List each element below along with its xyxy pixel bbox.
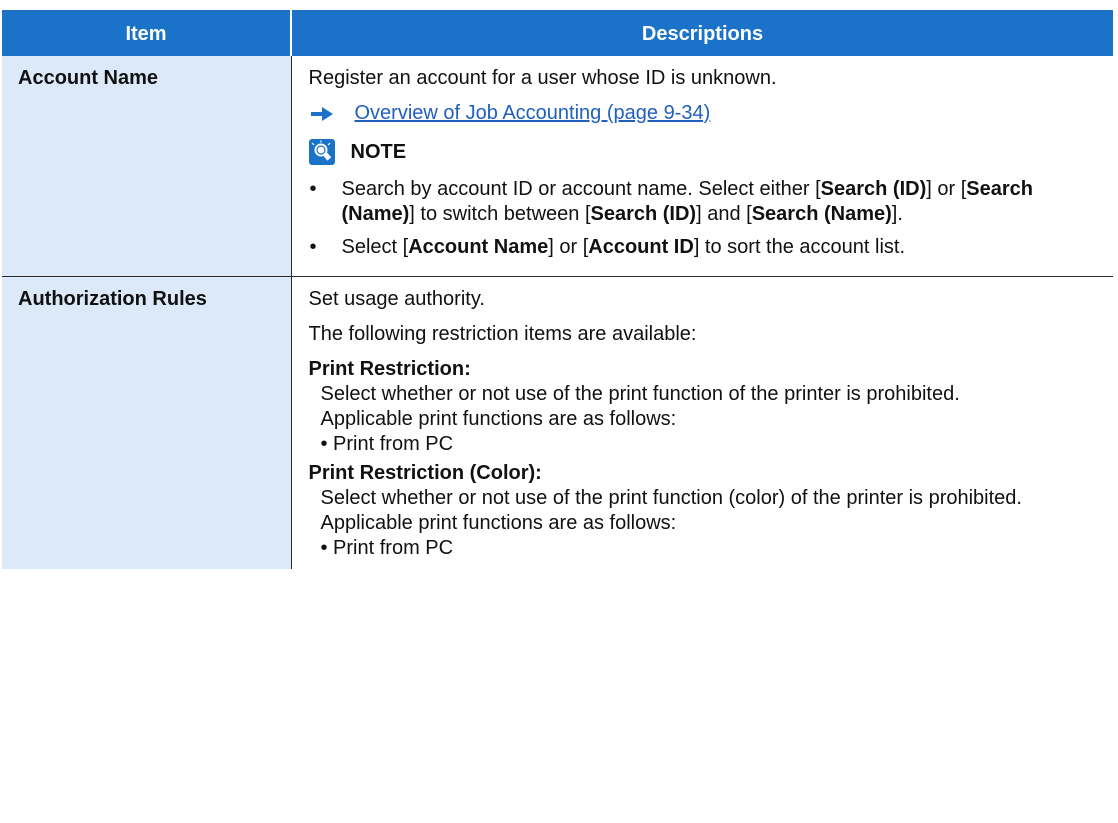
- note-bullet-1-text: Search by account ID or account name. Se…: [342, 177, 1100, 227]
- b2-key-account-name: Account Name: [408, 236, 549, 258]
- table-row-authorization-rules: Authorization Rules Set usage authority.…: [2, 276, 1113, 570]
- desc-authorization-rules: Set usage authority. The following restr…: [291, 277, 1113, 570]
- b1-text-3: ] to switch between [: [409, 203, 591, 225]
- reference-link-row: Overview of Job Accounting (page 9-34): [309, 101, 1100, 126]
- desc-account-name: Register an account for a user whose ID …: [291, 56, 1113, 277]
- lightbulb-note-icon: [308, 139, 335, 165]
- print-restriction-item: • Print from PC: [320, 433, 454, 455]
- b2-text-2: ] or [: [548, 236, 589, 258]
- overview-job-accounting-link[interactable]: Overview of Job Accounting (page 9-34): [355, 101, 711, 126]
- item-account-name: Account Name: [2, 56, 292, 277]
- auth-line-2: The following restriction items are avai…: [308, 323, 697, 345]
- table-header-row: Item Descriptions: [2, 11, 1113, 56]
- b1-text-2: ] or [: [926, 178, 967, 200]
- note-header: NOTE: [308, 139, 1100, 165]
- print-restriction-color-applicable: Applicable print functions are as follow…: [320, 512, 677, 534]
- b1-key-search-id: Search (ID): [820, 178, 927, 200]
- header-descriptions: Descriptions: [291, 11, 1113, 56]
- header-item: Item: [2, 11, 292, 56]
- arrow-right-icon: [310, 106, 333, 121]
- note-bullet-2-text: Select [Account Name] or [Account ID] to…: [342, 235, 1100, 260]
- b1-text-5: ].: [891, 203, 903, 225]
- b2-text-1: Select [: [341, 236, 409, 258]
- bullet-dot: •: [309, 236, 317, 258]
- note-title: NOTE: [350, 140, 407, 163]
- print-restriction-heading: Print Restriction:: [309, 357, 1100, 382]
- table-row-account-name: Account Name Register an account for a u…: [2, 56, 1113, 277]
- note-bullet-2: • Select [Account Name] or [Account ID] …: [309, 235, 1100, 260]
- print-restriction-color-desc: Select whether or not use of the print f…: [320, 487, 1022, 509]
- account-intro: Register an account for a user whose ID …: [308, 67, 777, 89]
- print-restriction-color-item: • Print from PC: [320, 537, 454, 559]
- print-restriction-title: Print Restriction: [308, 358, 465, 380]
- b1-key-search-id-2: Search (ID): [590, 203, 697, 225]
- print-restriction-color-heading: Print Restriction (Color):: [309, 461, 1100, 486]
- print-restriction-applicable: Applicable print functions are as follow…: [320, 408, 677, 430]
- print-restriction-color-title: Print Restriction (Color): [308, 462, 536, 484]
- print-restriction-colon: :: [464, 358, 471, 380]
- bullet-dot: •: [309, 178, 317, 200]
- item-authorization-rules: Authorization Rules: [2, 276, 292, 569]
- note-bullet-1: • Search by account ID or account name. …: [309, 177, 1100, 227]
- b2-text-3: ] to sort the account list.: [693, 236, 906, 258]
- auth-line-1: Set usage authority.: [308, 288, 485, 310]
- b1-key-search-name-2: Search (Name): [751, 203, 892, 225]
- b1-text-1: Search by account ID or account name. Se…: [341, 178, 821, 200]
- print-restriction-color-colon: :: [535, 462, 542, 484]
- print-restriction-desc: Select whether or not use of the print f…: [320, 383, 960, 405]
- settings-table: Item Descriptions Account Name Register …: [2, 10, 1113, 569]
- b2-key-account-id: Account ID: [588, 236, 694, 258]
- b1-text-4: ] and [: [696, 203, 752, 225]
